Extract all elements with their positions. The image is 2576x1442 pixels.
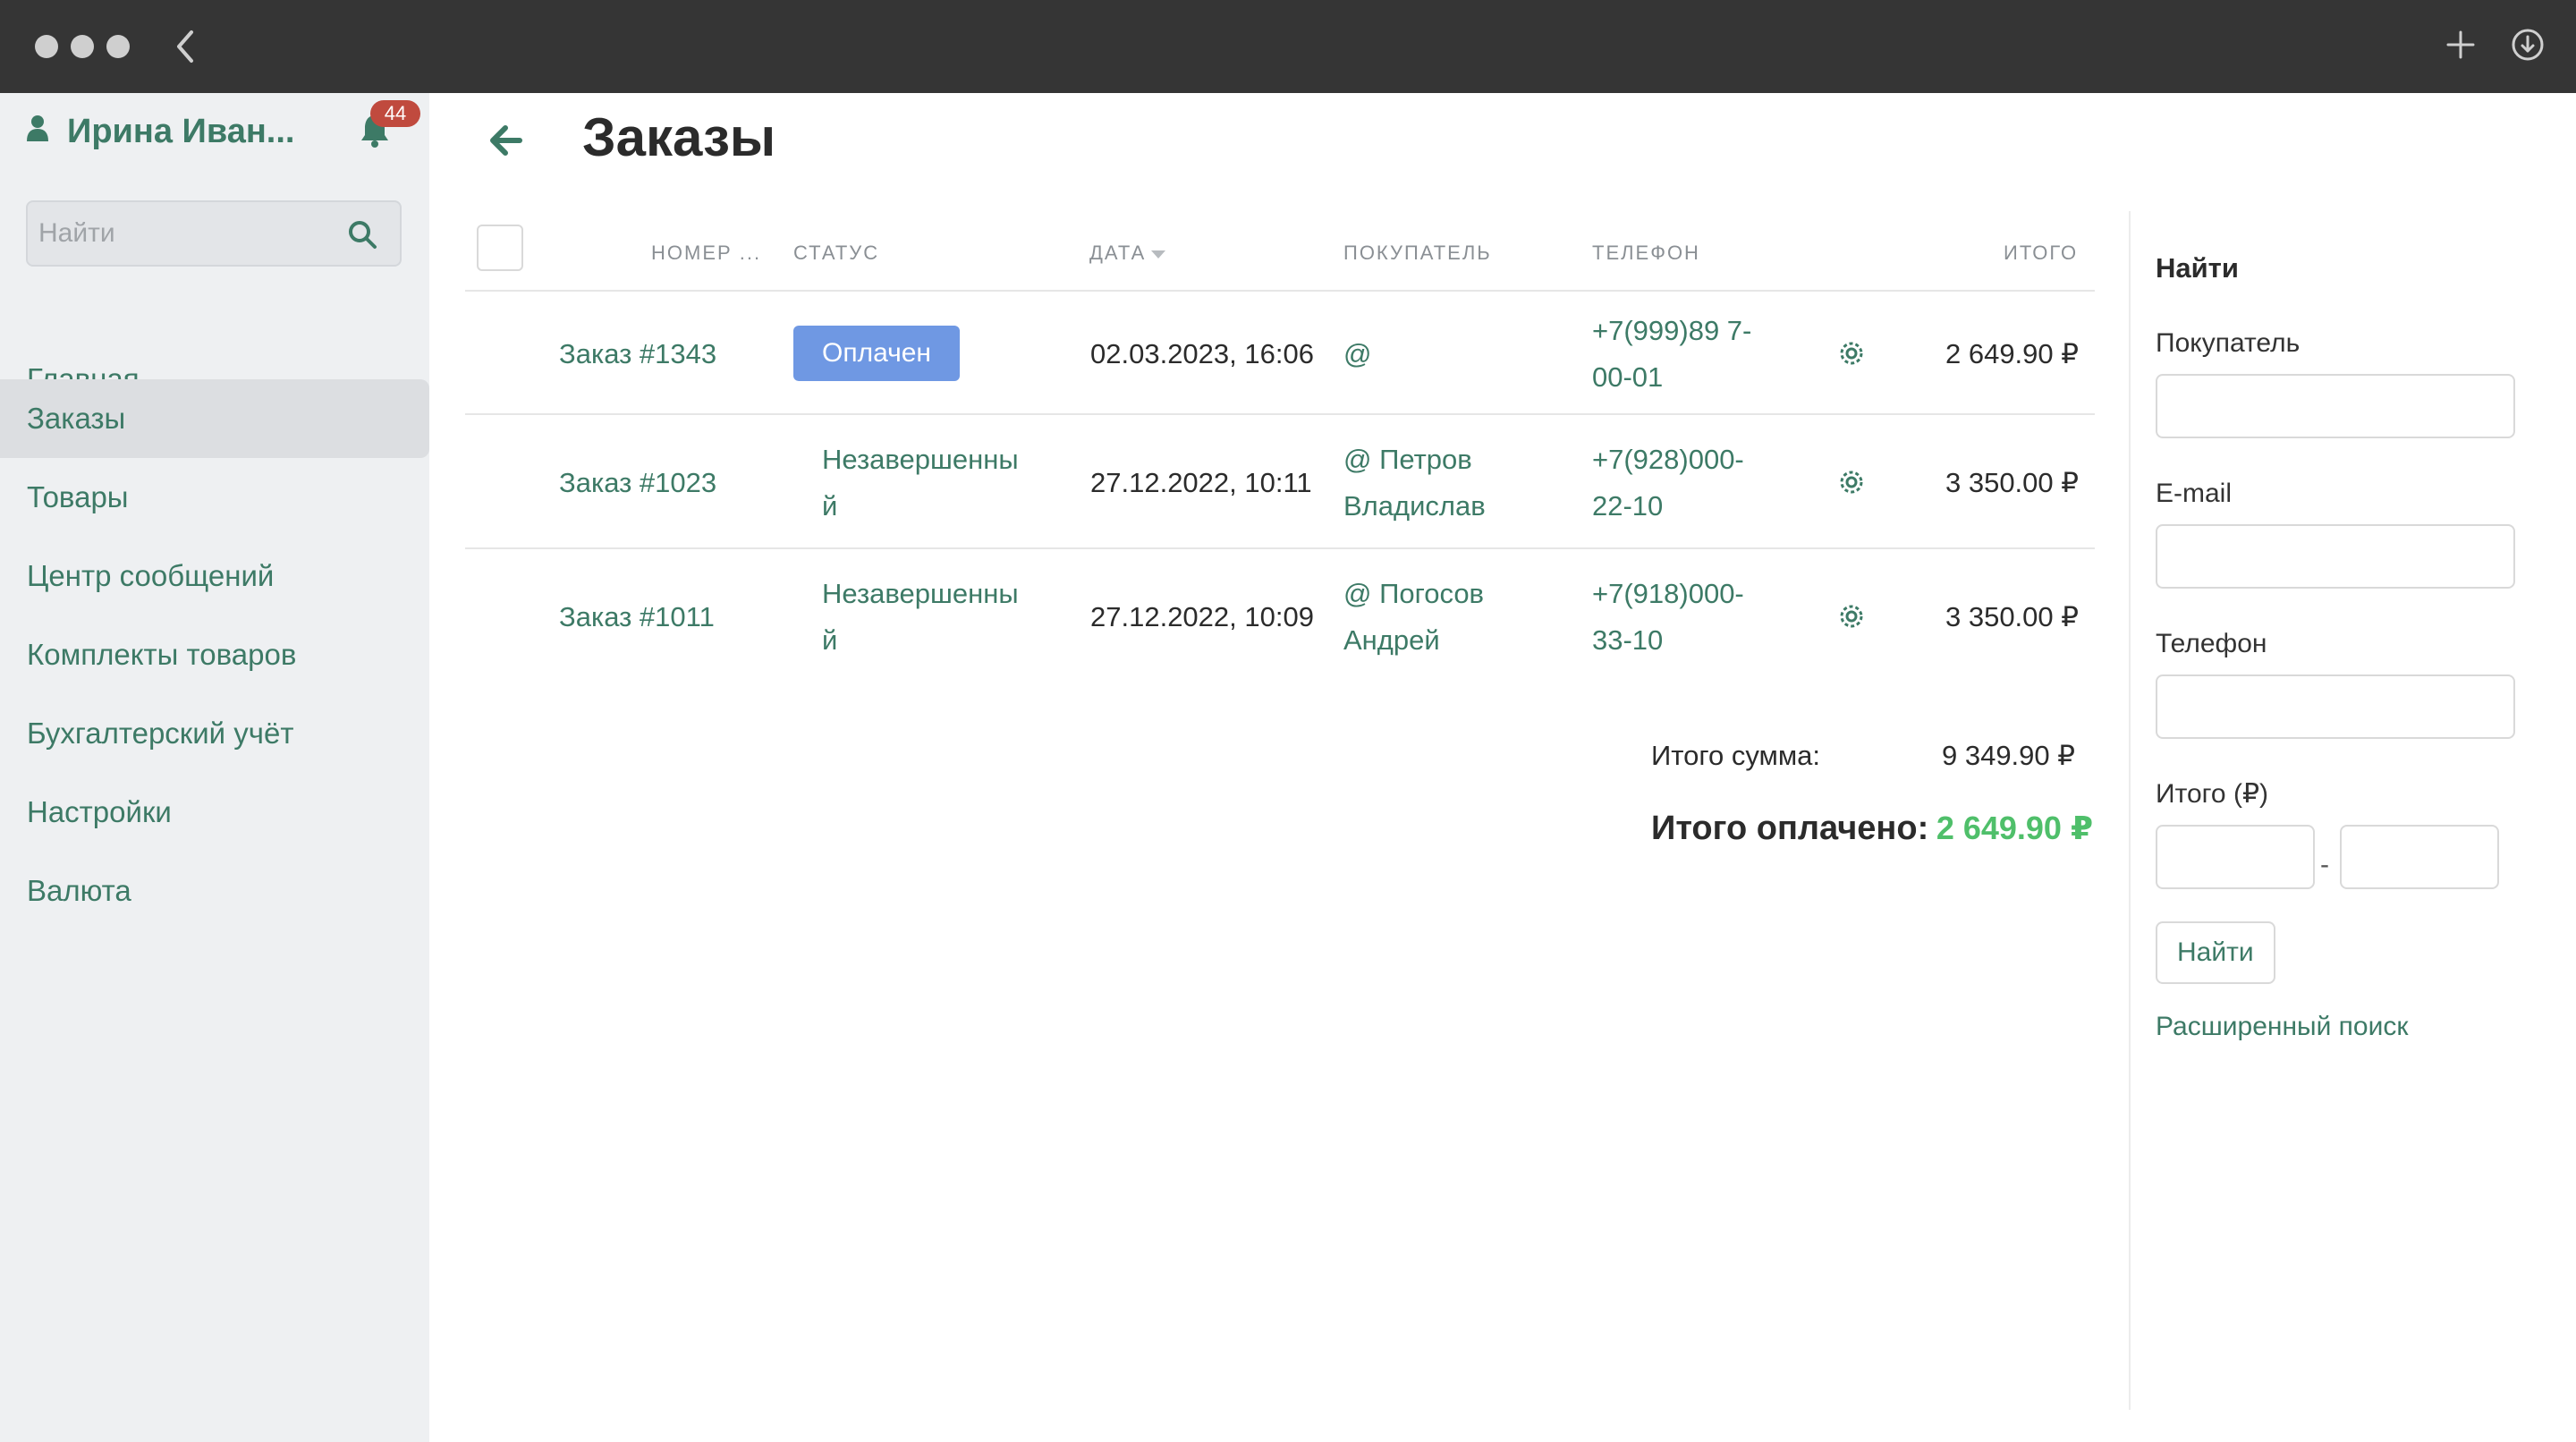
filter-panel-divider [2129,211,2131,1410]
window-zoom-dot[interactable] [106,35,130,58]
window-close-dot[interactable] [35,35,58,58]
phone-filter-label: Телефон [2156,629,2267,658]
column-header-phone[interactable]: ТЕЛЕФОН [1592,240,1700,267]
email-filter-input[interactable] [2156,524,2515,589]
order-total: 3 350.00 ₽ [1945,601,2079,632]
sidebar-item-orders[interactable]: Заказы [0,379,429,458]
sidebar-search-input[interactable] [38,211,334,256]
advanced-search-link[interactable]: Расширенный поиск [2156,1009,2409,1045]
select-all-checkbox[interactable] [477,225,523,271]
order-date: 27.12.2022, 10:11 [1090,467,1312,498]
total-max-input[interactable] [2340,825,2499,889]
order-number-link[interactable]: Заказ #1343 [559,331,716,377]
sidebar-item-message-center[interactable]: Центр сообщений [0,537,429,615]
sort-caret-icon [1151,250,1166,259]
column-header-customer[interactable]: ПОКУПАТЕЛЬ [1343,240,1492,267]
phone-link[interactable]: +7(918)000-33-10 [1592,571,1771,664]
sidebar: Ирина Иван... 44 Главная Заказы Товары Ц… [0,93,429,1442]
column-header-date[interactable]: ДАТА [1089,240,1166,267]
email-filter-label: E-mail [2156,479,2233,508]
sidebar-item-currency[interactable]: Валюта [0,852,429,930]
phone-link[interactable]: +7(999)89 7-00-01 [1592,308,1771,401]
gear-icon[interactable] [1836,467,1867,497]
sidebar-item-accounting[interactable]: Бухгалтерский учёт [0,694,429,773]
order-date: 27.12.2022, 10:09 [1090,601,1314,632]
order-date: 02.03.2023, 16:06 [1090,338,1314,369]
order-total: 3 350.00 ₽ [1945,467,2079,498]
order-total: 2 649.90 ₽ [1945,338,2079,369]
order-number-link[interactable]: Заказ #1011 [559,594,715,640]
new-tab-icon[interactable] [2443,27,2479,63]
gear-icon[interactable] [1836,601,1867,632]
sidebar-item-settings[interactable]: Настройки [0,773,429,852]
back-arrow-icon[interactable] [490,125,522,156]
status-badge: Незавершенный [822,578,1019,656]
total-sum-label: Итого сумма: [1651,740,1820,771]
customer-link[interactable]: @ Петров Владислав [1343,437,1540,530]
find-button[interactable]: Найти [2156,921,2275,984]
total-paid-label: Итого оплачено: [1651,810,1929,847]
customer-link[interactable]: @ [1343,331,1371,377]
gear-icon[interactable] [1836,338,1867,369]
total-paid-value: 2 649.90 ₽ [1936,810,2093,846]
total-min-input[interactable] [2156,825,2315,889]
column-header-status[interactable]: СТАТУС [793,240,879,267]
column-header-number[interactable]: НОМЕР ... [651,240,761,267]
sidebar-item-product-bundles[interactable]: Комплекты товаров [0,615,429,694]
customer-filter-label: Покупатель [2156,328,2301,358]
row-divider [465,547,2095,549]
download-icon[interactable] [2510,27,2546,63]
status-badge: Незавершенный [822,444,1019,522]
filter-title: Найти [2156,252,2239,284]
search-icon[interactable] [347,219,377,250]
phone-link[interactable]: +7(928)000-22-10 [1592,437,1771,530]
sidebar-search [26,200,402,267]
column-header-total[interactable]: ИТОГО [2004,240,2078,267]
row-divider [465,413,2095,415]
phone-filter-input[interactable] [2156,674,2515,739]
customer-filter-input[interactable] [2156,374,2515,438]
notification-count-badge: 44 [370,100,420,127]
user-icon [27,115,48,141]
window-titlebar [0,0,2576,93]
customer-link[interactable]: @ Погосов Андрей [1343,571,1540,664]
browser-back-icon[interactable] [172,27,199,66]
range-separator: - [2320,850,2329,879]
user-name[interactable]: Ирина Иван... [67,109,335,154]
window-minimize-dot[interactable] [71,35,94,58]
page-title: Заказы [582,107,776,167]
sidebar-item-products[interactable]: Товары [0,458,429,537]
column-header-date-label: ДАТА [1089,242,1147,264]
total-sum-value: 9 349.90 ₽ [1941,740,2075,771]
status-badge: Оплачен [793,326,960,381]
table-header-divider [465,290,2095,292]
order-number-link[interactable]: Заказ #1023 [559,460,716,506]
total-filter-label: Итого (₽) [2156,779,2269,809]
